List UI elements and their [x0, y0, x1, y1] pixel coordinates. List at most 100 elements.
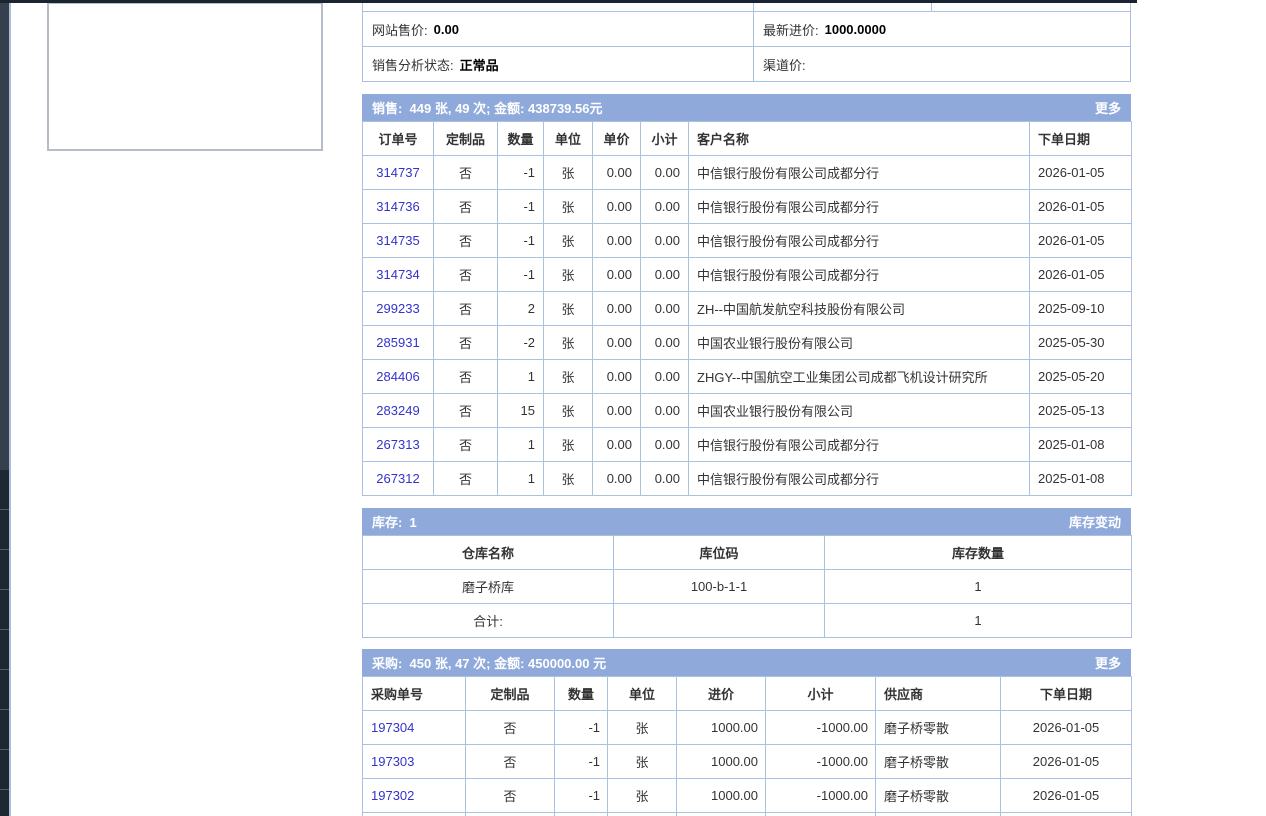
- cell: 2026-01-05: [1030, 258, 1132, 292]
- cell: 1000.00: [677, 745, 766, 779]
- cell: [555, 813, 608, 816]
- sales-analysis-status-value: 正常品: [460, 55, 499, 74]
- cell: 283249: [363, 394, 434, 428]
- cell: 磨子桥零散: [876, 711, 1001, 745]
- column-header: 定制品: [434, 122, 498, 156]
- cell: 299233: [363, 292, 434, 326]
- latest-cost-cell: 最新进价: 1000.0000: [753, 12, 1130, 46]
- table-row: 284406否1张0.000.00ZHGY--中国航空工业集团公司成都飞机设计研…: [363, 360, 1132, 394]
- table-row: 197302否-1张1000.00-1000.00磨子桥零散2026-01-05: [363, 779, 1132, 813]
- cell: 0.00: [593, 326, 641, 360]
- cell: 否: [434, 258, 498, 292]
- record-link[interactable]: 267313: [376, 437, 419, 452]
- record-link[interactable]: 197303: [371, 754, 414, 769]
- cell: 2026-01-05: [1001, 779, 1132, 813]
- sales-more-link[interactable]: 更多: [1095, 98, 1121, 117]
- sales-summary: 销售: 449 张, 49 次; 金额: 438739.56元: [372, 98, 602, 117]
- column-header: 库存数量: [825, 536, 1132, 570]
- cell: 1: [498, 462, 544, 496]
- cell: 0.00: [641, 360, 689, 394]
- record-link[interactable]: 314735: [376, 233, 419, 248]
- record-link[interactable]: 285931: [376, 335, 419, 350]
- channel-price-label: 渠道价:: [763, 55, 806, 74]
- cell: 267313: [363, 428, 434, 462]
- table-row: 314735否-1张0.000.00中信银行股份有限公司成都分行2026-01-…: [363, 224, 1132, 258]
- cell: 1000.00: [677, 779, 766, 813]
- cell: -2: [498, 326, 544, 360]
- column-header: 客户名称: [689, 122, 1030, 156]
- cell: [677, 813, 766, 816]
- cell: 否: [466, 745, 555, 779]
- cell: 0.00: [593, 258, 641, 292]
- cell: 0.00: [641, 224, 689, 258]
- cell: 否: [434, 156, 498, 190]
- cell: 2025-01-08: [1030, 428, 1132, 462]
- cell: 否: [434, 428, 498, 462]
- record-link[interactable]: 314734: [376, 267, 419, 282]
- sales-section-header: 销售: 449 张, 49 次; 金额: 438739.56元 更多: [362, 94, 1131, 121]
- cell: 中国农业银行股份有限公司: [689, 326, 1030, 360]
- column-header: 供应商: [876, 677, 1001, 711]
- purchase-summary: 采购: 450 张, 47 次; 金额: 450000.00 元: [372, 653, 606, 672]
- cell: 中信银行股份有限公司成都分行: [689, 258, 1030, 292]
- record-link[interactable]: 314736: [376, 199, 419, 214]
- cell: 磨子桥零散: [876, 745, 1001, 779]
- cell: 张: [608, 745, 677, 779]
- cell: -1000.00: [766, 711, 876, 745]
- cell: 张: [544, 224, 593, 258]
- cell: 314735: [363, 224, 434, 258]
- record-link[interactable]: 314737: [376, 165, 419, 180]
- table-row: 285931否-2张0.000.00中国农业银行股份有限公司2025-05-30: [363, 326, 1132, 360]
- cell: 0.00: [641, 156, 689, 190]
- cell: -1: [498, 156, 544, 190]
- table-row: 197304否-1张1000.00-1000.00磨子桥零散2026-01-05: [363, 711, 1132, 745]
- cell: 否: [434, 462, 498, 496]
- record-link[interactable]: 299233: [376, 301, 419, 316]
- table-row: 197303否-1张1000.00-1000.00磨子桥零散2026-01-05: [363, 745, 1132, 779]
- cell: 0.00: [641, 428, 689, 462]
- sales-analysis-status-cell: 销售分析状态: 正常品: [363, 47, 753, 81]
- cell: ZH--中国航发航空科技股份有限公司: [689, 292, 1030, 326]
- cell: 0.00: [641, 326, 689, 360]
- cell: [614, 604, 825, 638]
- cell: ZHGY--中国航空工业集团公司成都飞机设计研究所: [689, 360, 1030, 394]
- sales-table: 订单号定制品数量单位单价小计客户名称下单日期314737否-1张0.000.00…: [362, 121, 1132, 496]
- record-link[interactable]: 197302: [371, 788, 414, 803]
- record-link[interactable]: 197304: [371, 720, 414, 735]
- purchase-more-link[interactable]: 更多: [1095, 653, 1121, 672]
- table-row: 314734否-1张0.000.00中信银行股份有限公司成都分行2026-01-…: [363, 258, 1132, 292]
- cell: 314734: [363, 258, 434, 292]
- column-header: 库位码: [614, 536, 825, 570]
- record-link[interactable]: 267312: [376, 471, 419, 486]
- cell: 0.00: [593, 462, 641, 496]
- cell: 2026-01-05: [1030, 190, 1132, 224]
- website-price-value: 0.00: [434, 22, 459, 37]
- cell: 267312: [363, 462, 434, 496]
- cell: 0.00: [593, 394, 641, 428]
- record-link[interactable]: 284406: [376, 369, 419, 384]
- header-row: 采购单号定制品数量单位进价小计供应商下单日期: [363, 677, 1132, 711]
- column-header: 进价: [677, 677, 766, 711]
- column-header: 数量: [498, 122, 544, 156]
- cell: 张: [544, 326, 593, 360]
- page: 网站售价: 0.00 最新进价: 1000.0000 销售分析状态: 正常品 渠…: [0, 0, 1266, 816]
- cell: -1: [555, 711, 608, 745]
- cell: [466, 813, 555, 816]
- cell: 2025-05-20: [1030, 360, 1132, 394]
- column-header: 单位: [608, 677, 677, 711]
- cell: 1: [825, 570, 1132, 604]
- cell: 0.00: [593, 428, 641, 462]
- table-row: 299233否2张0.000.00ZH--中国航发航空科技股份有限公司2025-…: [363, 292, 1132, 326]
- cell: 张: [608, 711, 677, 745]
- cell: 2025-05-30: [1030, 326, 1132, 360]
- cell: 张: [544, 360, 593, 394]
- cell: 1: [498, 428, 544, 462]
- cell: 合计:: [363, 604, 614, 638]
- cell: 0.00: [593, 360, 641, 394]
- inventory-change-link[interactable]: 库存变动: [1069, 512, 1121, 531]
- record-link[interactable]: 283249: [376, 403, 419, 418]
- column-header: 采购单号: [363, 677, 466, 711]
- cell: 0.00: [641, 462, 689, 496]
- inventory-section-header: 库存: 1 库存变动: [362, 508, 1131, 535]
- website-price-label: 网站售价:: [372, 20, 428, 39]
